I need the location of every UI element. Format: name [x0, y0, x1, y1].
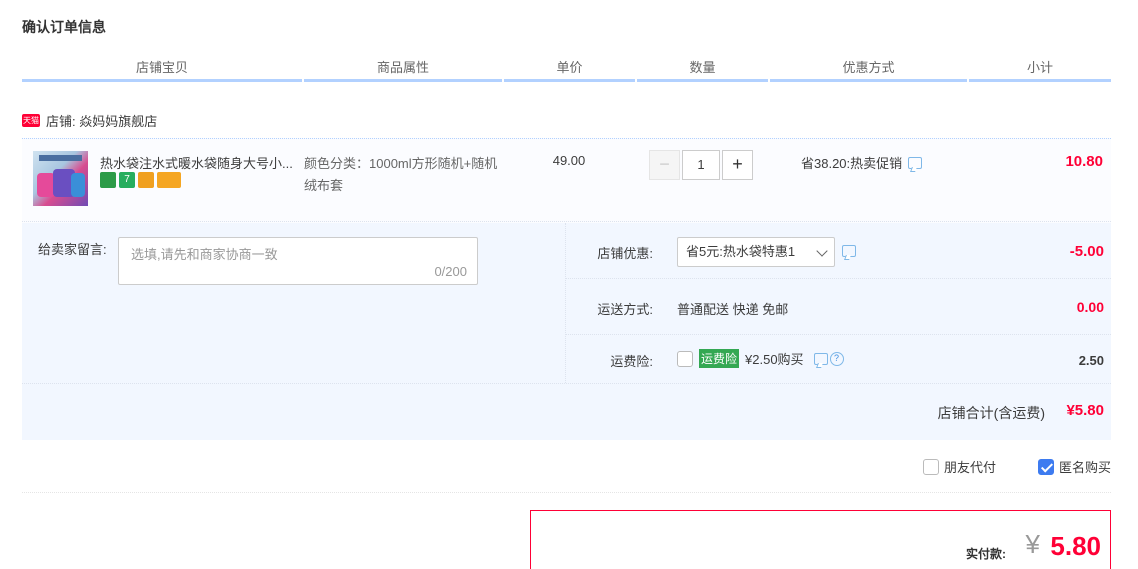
quantity-stepper: − 1 +: [649, 150, 753, 180]
anonymous-checkbox[interactable]: [1037, 458, 1054, 475]
discount-row: 店铺优惠: 省5元:热水袋特惠1 -5.00: [566, 223, 1111, 279]
friend-pay-option[interactable]: 朋友代付: [922, 457, 996, 476]
divider: [22, 492, 1111, 493]
quantity-input[interactable]: 1: [682, 150, 720, 180]
quantity-increase-button[interactable]: +: [722, 150, 753, 180]
shipping-method: 普通配送 快递 免邮: [677, 302, 789, 317]
promotion-text: 省38.20:热卖促销: [801, 156, 903, 171]
header-quantity: 数量: [637, 58, 768, 82]
friend-pay-checkbox[interactable]: [922, 458, 939, 475]
header-attributes: 商品属性: [304, 58, 502, 82]
promotion-info-icon[interactable]: [908, 156, 923, 169]
promotion: 省38.20:热卖促销: [801, 153, 923, 172]
unit-price: 49.00: [552, 153, 586, 168]
discount-info-icon[interactable]: [842, 245, 856, 257]
anonymous-option[interactable]: 匿名购买: [1037, 457, 1111, 476]
order-options: 朋友代付 匿名购买: [922, 457, 1111, 476]
item-row: 热水袋注水式暖水袋随身大号小... 7 颜色分类：1000ml方形随机+随机绒布…: [22, 139, 1111, 222]
shop-total-amount: ¥5.80: [1066, 402, 1104, 419]
insurance-price: ¥2.50购买: [745, 352, 804, 367]
header-shop-item: 店铺宝贝: [22, 58, 302, 82]
item-subtotal: 10.80: [1065, 153, 1103, 170]
insurance-option: 运费险 ¥2.50购买 ?: [677, 349, 844, 368]
insurance-info-icon[interactable]: [813, 352, 828, 365]
card-payment-icon[interactable]: [157, 172, 181, 188]
message-label: 给卖家留言:: [38, 242, 107, 257]
payment-label: 实付款:: [966, 547, 1006, 561]
shop-total-row: 店铺合计(含运费) ¥5.80: [22, 383, 1111, 440]
chevron-down-icon: [816, 245, 828, 257]
guarantee-icon[interactable]: [138, 172, 154, 188]
service-badge-icon[interactable]: [100, 172, 116, 188]
shipping-label: 运送方式:: [597, 302, 653, 317]
discount-label: 店铺优惠:: [597, 246, 653, 261]
friend-pay-label: 朋友代付: [943, 460, 996, 475]
message-input[interactable]: 选填,请先和商家协商一致 0/200: [118, 237, 478, 285]
quantity-decrease-button[interactable]: −: [649, 150, 680, 180]
shop-total-label: 店铺合计(含运费): [937, 405, 1045, 421]
discount-selected: 省5元:热水袋特惠1: [686, 244, 796, 259]
service-badges: 7: [100, 172, 181, 188]
insurance-amount: 2.50: [1078, 353, 1104, 368]
message-panel: 给卖家留言: 选填,请先和商家协商一致 0/200: [22, 223, 566, 383]
product-title[interactable]: 热水袋注水式暖水袋随身大号小...: [100, 153, 300, 172]
payment-amount: 5.80: [1050, 531, 1101, 561]
insurance-row: 运费险: 运费险 ¥2.50购买 ? 2.50: [566, 335, 1111, 383]
discount-amount: -5.00: [1069, 243, 1104, 260]
anonymous-label: 匿名购买: [1058, 460, 1111, 475]
insurance-checkbox[interactable]: [677, 350, 693, 367]
order-box: 热水袋注水式暖水袋随身大号小... 7 颜色分类：1000ml方形随机+随机绒布…: [22, 138, 1111, 440]
shop-options-panel: 店铺优惠: 省5元:热水袋特惠1 -5.00 运送方式: 普通配送 快递 免邮 …: [566, 223, 1111, 383]
help-icon[interactable]: ?: [829, 351, 844, 366]
seven-day-return-icon[interactable]: 7: [119, 172, 135, 188]
insurance-tag: 运费险: [699, 349, 740, 368]
shop-row: 天猫 店铺: 焱妈妈旗舰店: [22, 110, 157, 130]
page-title: 确认订单信息: [22, 19, 106, 35]
product-attributes: 颜色分类：1000ml方形随机+随机绒布套: [304, 156, 498, 193]
payment-box: 实付款: ¥ 5.80: [530, 510, 1111, 569]
product-image[interactable]: [33, 151, 88, 206]
currency-symbol: ¥: [1025, 529, 1040, 559]
table-header: 店铺宝贝 商品属性 单价 数量 优惠方式 小计: [22, 58, 1111, 82]
message-placeholder: 选填,请先和商家协商一致: [131, 247, 278, 262]
tmall-icon: 天猫: [22, 113, 40, 127]
header-promotion: 优惠方式: [770, 58, 967, 82]
header-subtotal: 小计: [969, 58, 1111, 82]
message-counter: 0/200: [434, 264, 467, 279]
shop-name[interactable]: 店铺: 焱妈妈旗舰店: [46, 111, 157, 130]
shipping-amount: 0.00: [1076, 299, 1104, 315]
shipping-row: 运送方式: 普通配送 快递 免邮 0.00: [566, 279, 1111, 335]
header-unit-price: 单价: [504, 58, 635, 82]
discount-select[interactable]: 省5元:热水袋特惠1: [677, 237, 835, 267]
insurance-label: 运费险:: [610, 354, 653, 369]
